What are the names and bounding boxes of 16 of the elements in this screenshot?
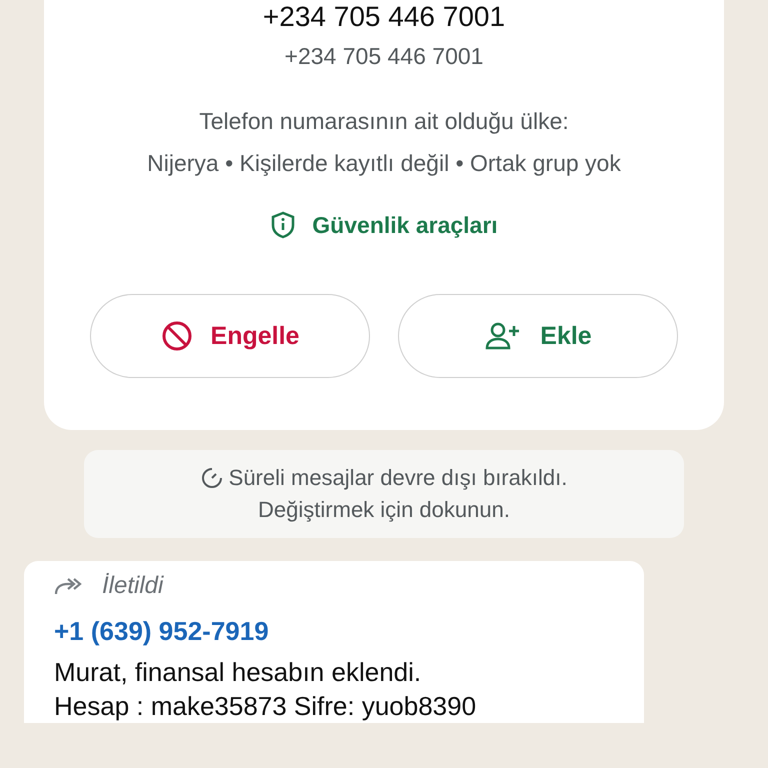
disappearing-messages-notice[interactable]: Süreli mesajlar devre dışı bırakıldı. Değiştirmek için dokunun. (84, 450, 684, 538)
security-tools-link[interactable]: Güvenlik araçları (270, 208, 498, 242)
notice-text: Süreli mesajlar devre dışı bırakıldı. (200, 462, 568, 494)
contact-title: +234 705 446 7001 (262, 0, 506, 34)
phone-number: +234 705 446 7001 (284, 42, 484, 71)
forwarded-label: İletildi (102, 571, 164, 601)
timer-icon (200, 467, 223, 489)
block-button[interactable]: Engelle (90, 294, 370, 378)
forwarded-icon (54, 576, 84, 596)
block-icon (160, 320, 193, 352)
sender-phone[interactable]: +1 (639) 952-7919 (54, 615, 614, 647)
shield-icon (270, 211, 296, 239)
notice-text: Değiştirmek için dokunun. (258, 496, 510, 524)
contact-info-text: Telefon numarasının ait olduğu ülke: Nijerya • Kişilerde kayıtlı değil • Ortak grup yok (146, 107, 622, 178)
message-text: Murat, finansal hesabın eklendi. Hesap : make35873 Sifre: yuob8390 (54, 656, 478, 723)
add-button[interactable]: Ekle (398, 294, 678, 378)
